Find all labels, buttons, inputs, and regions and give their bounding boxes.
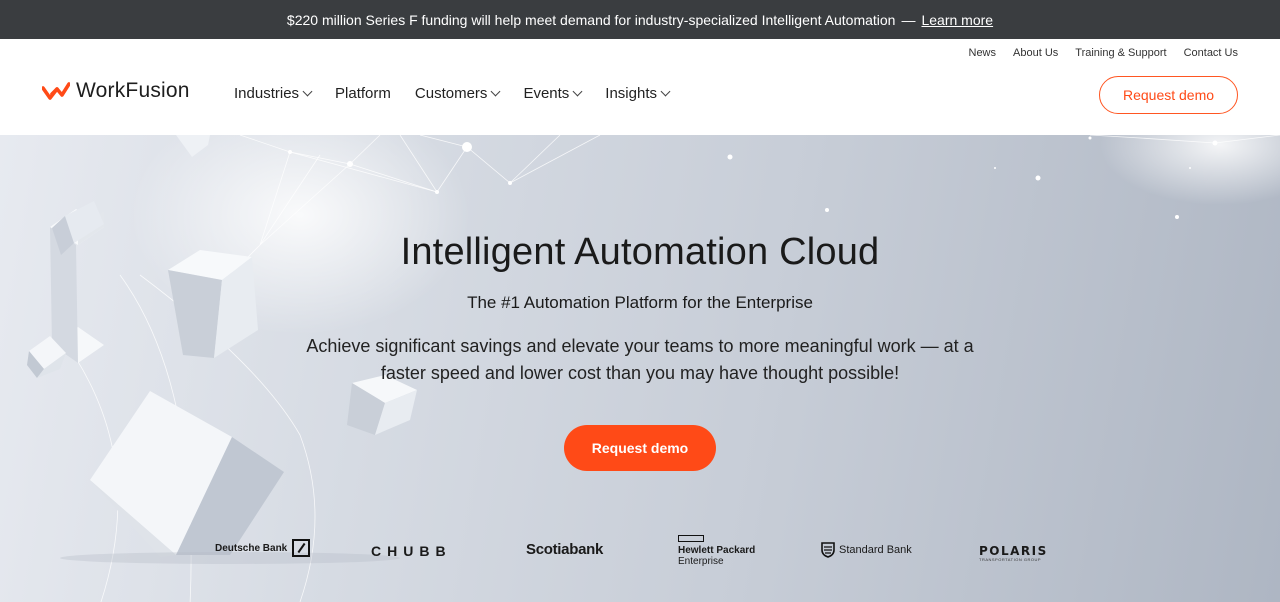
utility-nav: News About Us Training & Support Contact… [969,47,1239,59]
polaris-tagline: TRANSPORTATION GROUP [979,557,1042,562]
announcement-bar: $220 million Series F funding will help … [0,0,1280,39]
hpe-wordmark-line2: Enterprise [678,556,724,567]
nav-item-customers[interactable]: Customers [414,85,501,102]
workfusion-logo-icon [42,82,70,100]
hero-section: Intelligent Automation Cloud The #1 Auto… [0,135,1280,602]
polaris-logo: POLARIS TRANSPORTATION GROUP [979,544,1048,562]
utility-link-news[interactable]: News [969,47,997,59]
nav-item-label: Insights [605,85,657,102]
nav-item-label: Industries [234,85,300,102]
polaris-wordmark: POLARIS [979,544,1048,558]
nav-item-label: Platform [335,85,391,102]
scotiabank-logo: Scotiabank [526,541,604,558]
workfusion-logo[interactable]: WorkFusion [42,79,190,103]
hero-title: Intelligent Automation Cloud [400,231,880,273]
utility-link-training-support[interactable]: Training & Support [1075,47,1166,59]
chevron-down-icon [302,86,313,97]
logo-wordmark: WorkFusion [76,79,190,102]
hpe-wordmark-line1: Hewlett Packard [678,545,756,556]
main-nav: Industries Platform Customers Events Ins… [234,85,671,102]
deutsche-bank-logo: Deutsche Bank [215,539,311,557]
utility-link-about-us[interactable]: About Us [1013,47,1058,59]
hewlett-packard-enterprise-logo: Hewlett Packard Enterprise [678,535,755,567]
nav-item-platform[interactable]: Platform [335,85,391,102]
chevron-down-icon [572,86,583,97]
chevron-down-icon [660,86,671,97]
hero-description: Achieve significant savings and elevate … [306,336,974,383]
chevron-down-icon [490,86,501,97]
learn-more-link[interactable]: Learn more [921,12,993,28]
deutsche-bank-wordmark: Deutsche Bank [215,542,288,554]
nav-item-label: Events [523,85,570,102]
chubb-logo: CHUBB [371,543,452,559]
customer-logos: Deutsche Bank CHUBB Scotiabank Hewlett P… [0,535,1280,575]
nav-item-industries[interactable]: Industries [234,85,313,102]
standard-bank-wordmark: Standard Bank [839,544,912,556]
site-header: News About Us Training & Support Contact… [0,39,1280,135]
nav-item-label: Customers [414,85,488,102]
announcement-separator: — [901,11,916,28]
header-request-demo-button[interactable]: Request demo [1099,76,1238,114]
announcement-text: $220 million Series F funding will help … [286,11,896,28]
hero-subtitle: The #1 Automation Platform for the Enter… [467,293,813,312]
hero-request-demo-button[interactable]: Request demo [564,425,716,471]
utility-link-contact-us[interactable]: Contact Us [1184,47,1238,59]
hpe-rectangle-icon [678,535,704,542]
shield-icon [821,542,835,558]
standard-bank-logo: Standard Bank [821,542,912,558]
nav-item-insights[interactable]: Insights [605,85,671,102]
nav-item-events[interactable]: Events [523,85,583,102]
deutsche-bank-icon [292,539,311,557]
